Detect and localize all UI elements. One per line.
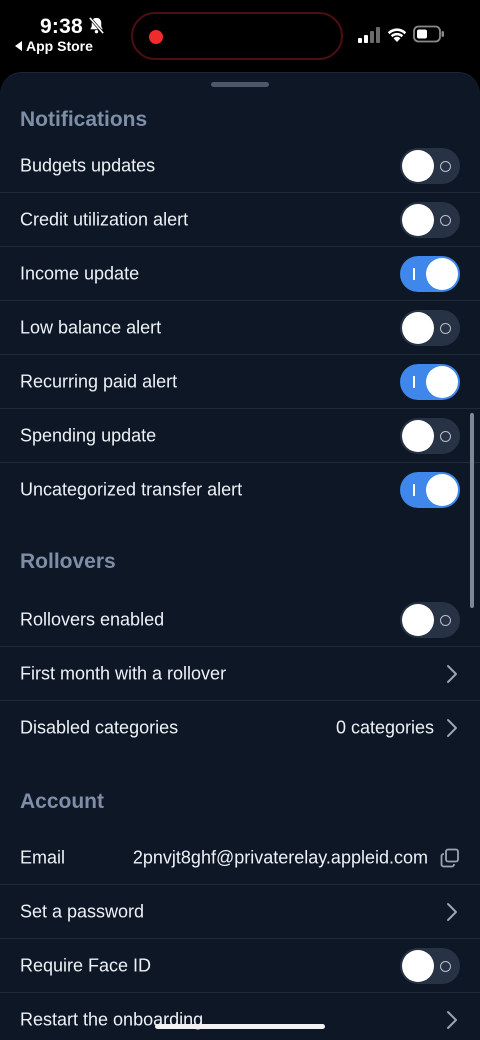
first-month-rollover-row[interactable]: First month with a rollover — [0, 647, 480, 701]
disabled-categories-value: 0 categories — [335, 717, 434, 738]
back-arrow-icon — [15, 41, 22, 51]
rollovers-enabled-toggle[interactable] — [400, 602, 460, 638]
notification-row-budgets: Budgets updates — [0, 139, 480, 193]
credit-utilization-toggle[interactable] — [400, 202, 460, 238]
toggle-knob — [402, 150, 434, 182]
set-password-row[interactable]: Set a password — [0, 885, 480, 939]
toggle-knob — [402, 604, 434, 636]
toggle-knob — [402, 312, 434, 344]
row-label: Recurring paid alert — [20, 371, 178, 392]
row-label: Require Face ID — [20, 955, 152, 976]
disabled-categories-row[interactable]: Disabled categories 0 categories — [0, 701, 480, 755]
row-label: Set a password — [20, 901, 145, 922]
back-app-label: App Store — [26, 38, 93, 54]
toggle-off-icon — [440, 431, 451, 442]
row-label: Credit utilization alert — [20, 209, 189, 230]
notification-row-low-balance: Low balance alert — [0, 301, 480, 355]
row-label: Spending update — [20, 425, 157, 446]
toggle-off-icon — [440, 323, 451, 334]
toggle-off-icon — [440, 215, 451, 226]
status-time: 9:38 — [40, 15, 83, 38]
toggle-knob — [402, 420, 434, 452]
rollovers-enabled-row: Rollovers enabled — [0, 593, 480, 647]
row-label: Uncategorized transfer alert — [20, 479, 243, 500]
require-faceid-row: Require Face ID — [0, 939, 480, 993]
recording-indicator-icon — [149, 30, 163, 44]
row-label: Income update — [20, 263, 140, 284]
toggle-off-icon — [440, 161, 451, 172]
require-faceid-toggle[interactable] — [400, 948, 460, 984]
low-balance-toggle[interactable] — [400, 310, 460, 346]
cellular-signal-icon — [358, 27, 380, 43]
rollovers-section-title: Rollovers — [20, 550, 116, 573]
toggle-on-icon — [413, 268, 415, 280]
row-label: Low balance alert — [20, 317, 162, 338]
row-label: Disabled categories — [20, 717, 179, 738]
home-indicator[interactable] — [155, 1024, 325, 1029]
recurring-paid-toggle[interactable] — [400, 364, 460, 400]
email-row: Email 2pnvjt8ghf@privaterelay.appleid.co… — [0, 831, 480, 885]
toggle-knob — [426, 474, 458, 506]
toggle-on-icon — [413, 484, 415, 496]
sheet-grabber[interactable] — [211, 82, 269, 87]
notification-row-spending: Spending update — [0, 409, 480, 463]
battery-icon — [413, 25, 444, 43]
status-bar: 9:38 App Store — [0, 0, 480, 68]
notification-row-credit: Credit utilization alert — [0, 193, 480, 247]
row-label: Email — [20, 847, 66, 868]
email-value: 2pnvjt8ghf@privaterelay.appleid.com — [132, 847, 428, 868]
row-label: First month with a rollover — [20, 663, 227, 684]
budgets-updates-toggle[interactable] — [400, 148, 460, 184]
row-label: Rollovers enabled — [20, 609, 165, 630]
toggle-knob — [426, 258, 458, 290]
wifi-icon — [387, 28, 407, 42]
notification-row-recurring: Recurring paid alert — [0, 355, 480, 409]
toggle-knob — [402, 950, 434, 982]
chevron-right-icon — [447, 665, 457, 683]
income-update-toggle[interactable] — [400, 256, 460, 292]
settings-sheet: Notifications Budgets updates Credit uti… — [0, 72, 480, 1040]
chevron-right-icon — [447, 903, 457, 921]
toggle-on-icon — [413, 376, 415, 388]
copy-icon[interactable] — [440, 848, 460, 868]
uncategorized-transfer-toggle[interactable] — [400, 472, 460, 508]
scroll-indicator[interactable] — [470, 413, 474, 608]
toggle-off-icon — [440, 615, 451, 626]
restart-onboarding-row[interactable]: Restart the onboarding — [0, 993, 480, 1040]
dynamic-island — [131, 12, 343, 60]
back-to-app-store[interactable]: App Store — [15, 38, 93, 54]
toggle-knob — [426, 366, 458, 398]
row-label: Budgets updates — [20, 155, 156, 176]
toggle-knob — [402, 204, 434, 236]
notification-row-uncategorized: Uncategorized transfer alert — [0, 463, 480, 517]
bell-slash-icon — [88, 16, 105, 35]
notification-row-income: Income update — [0, 247, 480, 301]
spending-update-toggle[interactable] — [400, 418, 460, 454]
account-section-title: Account — [20, 790, 104, 813]
notifications-section-title: Notifications — [20, 108, 148, 131]
chevron-right-icon — [447, 719, 457, 737]
toggle-off-icon — [440, 961, 451, 972]
chevron-right-icon — [447, 1011, 457, 1029]
